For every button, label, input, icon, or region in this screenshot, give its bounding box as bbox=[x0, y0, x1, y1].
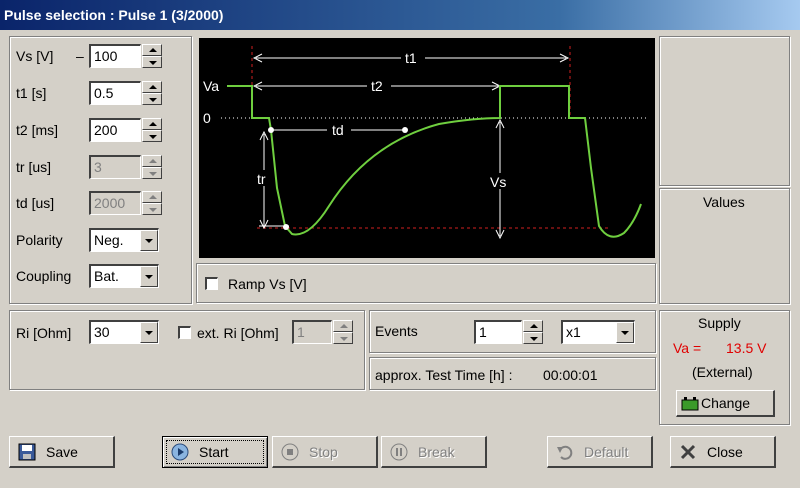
ri-select[interactable]: 30 bbox=[89, 320, 159, 344]
close-icon bbox=[680, 444, 696, 459]
close-button[interactable]: Close bbox=[670, 436, 776, 468]
chevron-down-icon[interactable] bbox=[140, 266, 158, 287]
supply-va-value: 13.5 V bbox=[726, 340, 767, 356]
vs-label: Vs [V] bbox=[16, 48, 54, 64]
tr-spinner bbox=[142, 155, 162, 179]
t2-spinner[interactable] bbox=[142, 118, 162, 142]
td-start-dot bbox=[268, 127, 274, 133]
save-label: Save bbox=[46, 443, 78, 460]
ext-ri-checkbox[interactable] bbox=[178, 326, 191, 339]
ext-ri-spin-down bbox=[333, 332, 353, 344]
ext-ri-spinner bbox=[333, 320, 353, 344]
events-multiplier-select[interactable]: x1 bbox=[561, 320, 635, 344]
tr-input: 3 bbox=[89, 155, 141, 179]
vs-spin-up[interactable] bbox=[142, 44, 162, 56]
events-spinner[interactable] bbox=[523, 320, 543, 344]
stop-icon bbox=[281, 443, 299, 460]
floppy-disk-icon bbox=[18, 443, 36, 460]
tr-end-dot bbox=[283, 224, 289, 230]
chevron-down-icon[interactable] bbox=[616, 322, 634, 343]
vs-spin-down[interactable] bbox=[142, 56, 162, 68]
t1-input[interactable]: 0.5 bbox=[89, 81, 141, 105]
change-supply-button[interactable]: Change bbox=[676, 390, 775, 417]
break-button[interactable]: Break bbox=[381, 436, 487, 468]
td-label: td [us] bbox=[16, 195, 55, 211]
supply-title: Supply bbox=[698, 315, 741, 331]
pulse-diagram-svg: t1 t2 Va 0 td tr Vs bbox=[203, 46, 649, 240]
events-spin-down[interactable] bbox=[523, 332, 543, 344]
t2-spin-down[interactable] bbox=[142, 130, 162, 142]
td-end-dot bbox=[402, 127, 408, 133]
vs-spinner[interactable] bbox=[142, 44, 162, 68]
supply-va-label: Va = bbox=[673, 340, 702, 356]
stop-label: Stop bbox=[309, 443, 338, 460]
start-button[interactable]: Start bbox=[162, 436, 268, 468]
save-button[interactable]: Save bbox=[9, 436, 115, 468]
polarity-value: Neg. bbox=[94, 232, 124, 248]
t2-spin-up[interactable] bbox=[142, 118, 162, 130]
pulse-waveform bbox=[227, 85, 642, 238]
window-title: Pulse selection : Pulse 1 (3/2000) bbox=[4, 7, 224, 23]
t1-spinner[interactable] bbox=[142, 81, 162, 105]
vs-diagram-label: Vs bbox=[490, 174, 506, 190]
pause-icon bbox=[390, 443, 408, 460]
ri-label: Ri [Ohm] bbox=[16, 325, 72, 341]
td-spin-down bbox=[142, 203, 162, 215]
va-diagram-label: Va bbox=[203, 78, 219, 94]
chevron-down-icon[interactable] bbox=[140, 322, 158, 343]
default-button[interactable]: Default bbox=[547, 436, 653, 468]
td-diagram-label: td bbox=[332, 122, 344, 138]
td-input: 2000 bbox=[89, 191, 141, 215]
close-label: Close bbox=[707, 443, 743, 460]
events-input[interactable]: 1 bbox=[474, 320, 522, 344]
supply-source: (External) bbox=[692, 364, 753, 380]
play-icon bbox=[171, 443, 189, 461]
change-supply-label: Change bbox=[701, 395, 751, 411]
tr-diagram-label: tr bbox=[257, 171, 266, 187]
ext-ri-spin-up bbox=[333, 320, 353, 332]
coupling-select[interactable]: Bat. bbox=[89, 264, 159, 288]
tr-label: tr [us] bbox=[16, 159, 52, 175]
ri-value: 30 bbox=[94, 324, 110, 340]
info-panel bbox=[659, 36, 790, 186]
t2-diagram-label: t2 bbox=[371, 78, 383, 94]
t2-label: t2 [ms] bbox=[16, 122, 59, 138]
events-multiplier-value: x1 bbox=[566, 324, 581, 340]
vs-sign: – bbox=[76, 48, 84, 64]
vs-input[interactable]: 100 bbox=[89, 44, 141, 68]
t1-label: t1 [s] bbox=[16, 85, 47, 101]
break-label: Break bbox=[418, 443, 455, 460]
test-time-label: approx. Test Time [h] : bbox=[375, 367, 513, 383]
chevron-down-icon[interactable] bbox=[140, 230, 158, 251]
ext-ri-input: 1 bbox=[292, 320, 332, 344]
undo-icon bbox=[557, 445, 573, 460]
tr-spin-up bbox=[142, 155, 162, 167]
pulse-diagram: t1 t2 Va 0 td tr Vs bbox=[199, 38, 655, 258]
stop-button[interactable]: Stop bbox=[272, 436, 378, 468]
window-title-bar[interactable]: Pulse selection : Pulse 1 (3/2000) bbox=[0, 0, 800, 30]
coupling-label: Coupling bbox=[16, 268, 72, 284]
polarity-label: Polarity bbox=[16, 232, 63, 248]
tr-spin-down bbox=[142, 167, 162, 179]
events-spin-up[interactable] bbox=[523, 320, 543, 332]
events-label: Events bbox=[375, 323, 418, 339]
battery-icon bbox=[681, 397, 699, 411]
polarity-select[interactable]: Neg. bbox=[89, 228, 159, 252]
ramp-label[interactable]: Ramp Vs [V] bbox=[228, 276, 307, 292]
t1-spin-down[interactable] bbox=[142, 93, 162, 105]
start-label: Start bbox=[199, 444, 229, 460]
zero-diagram-label: 0 bbox=[203, 110, 211, 126]
ramp-checkbox[interactable] bbox=[205, 277, 218, 290]
ext-ri-label[interactable]: ext. Ri [Ohm] bbox=[197, 325, 279, 341]
t1-spin-up[interactable] bbox=[142, 81, 162, 93]
t1-diagram-label: t1 bbox=[405, 50, 417, 66]
td-spinner bbox=[142, 191, 162, 215]
values-title: Values bbox=[703, 194, 745, 210]
t2-input[interactable]: 200 bbox=[89, 118, 141, 142]
td-spin-up bbox=[142, 191, 162, 203]
default-label: Default bbox=[584, 443, 629, 460]
coupling-value: Bat. bbox=[94, 268, 119, 284]
test-time-value: 00:00:01 bbox=[543, 367, 598, 383]
